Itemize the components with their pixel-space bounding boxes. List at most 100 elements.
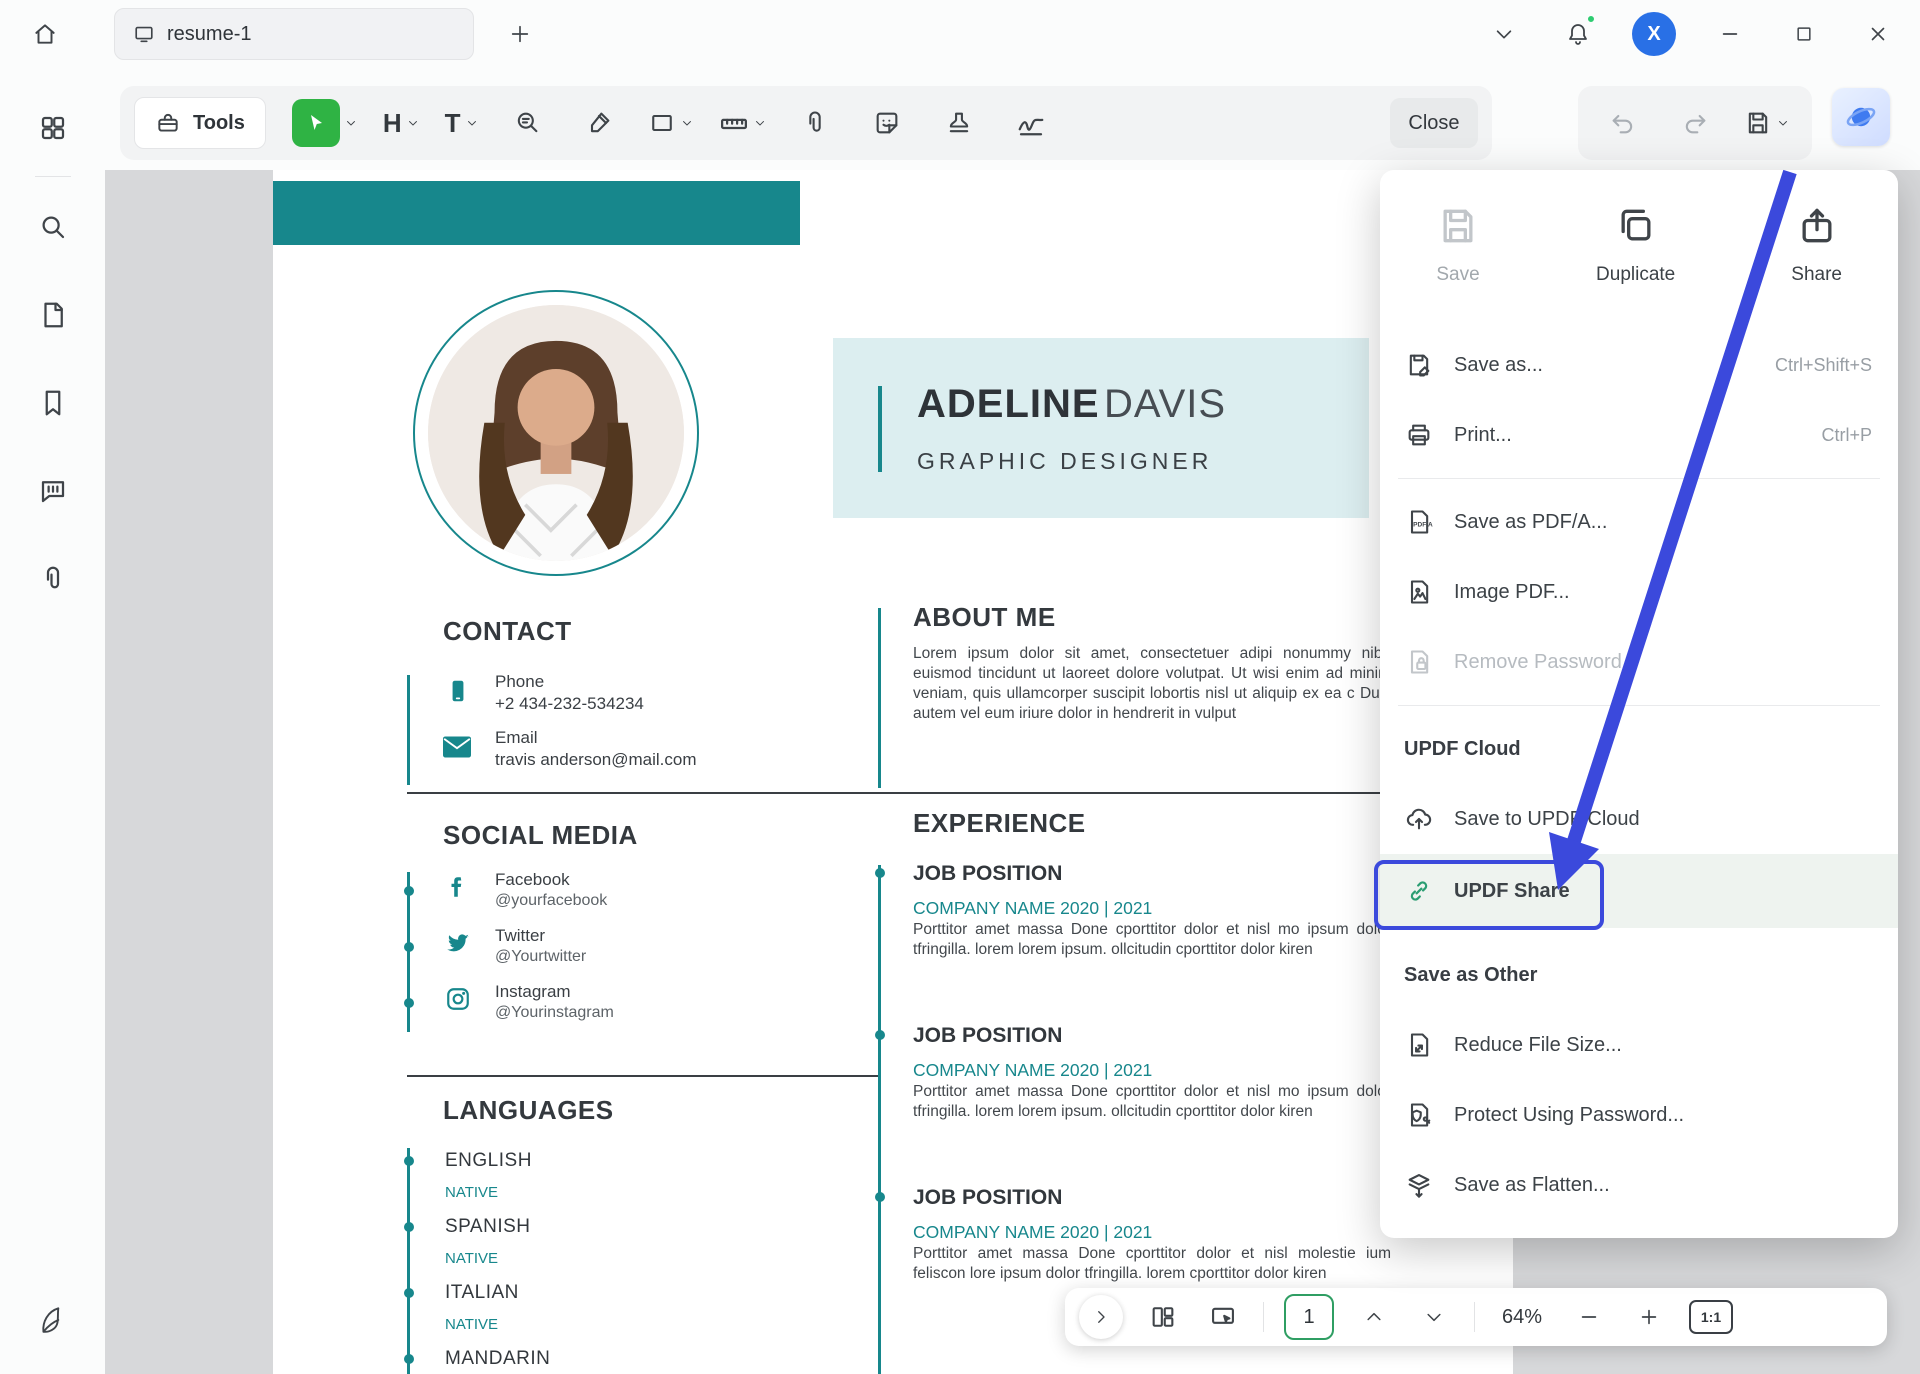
reduce-file-size-icon [1404, 1030, 1434, 1060]
bullet-dot [404, 886, 414, 896]
menu-item-image-pdf[interactable]: Image PDF... [1380, 557, 1898, 627]
new-tab-button[interactable] [500, 14, 540, 54]
cloud-upload-icon [1404, 804, 1434, 834]
instagram-icon [445, 986, 471, 1012]
updf-logo-icon [36, 1303, 70, 1337]
language-name: SPANISH [445, 1216, 531, 1238]
zoom-out-button[interactable] [1569, 1297, 1609, 1337]
quick-action-label: Save [1436, 264, 1479, 286]
home-button[interactable] [22, 11, 68, 57]
attach-tool[interactable] [792, 100, 838, 146]
sidebar-item-attachments[interactable] [27, 553, 79, 605]
chevron-down-icon [407, 117, 419, 129]
svg-text:PDF/A: PDF/A [1413, 522, 1433, 529]
contact-heading: CONTACT [443, 616, 572, 647]
tab-title: resume-1 [167, 23, 251, 46]
menu-item-print[interactable]: Print... Ctrl+P [1380, 400, 1898, 470]
paperclip-icon [38, 564, 68, 594]
account-avatar[interactable]: X [1632, 12, 1676, 56]
share-highlight-box [1374, 860, 1604, 930]
sidebar-item-panels[interactable] [27, 102, 79, 154]
apps-grid-icon [38, 113, 68, 143]
tools-button[interactable]: Tools [134, 97, 266, 149]
save-menu-button[interactable] [1744, 109, 1789, 137]
sidebar-logo-button[interactable] [27, 1294, 79, 1346]
zoom-level[interactable]: 64% [1495, 1306, 1549, 1329]
menu-item-label: Protect Using Password... [1454, 1104, 1872, 1127]
edit-text-tool[interactable]: H [383, 108, 419, 139]
heading-tool-icon: H [383, 108, 402, 139]
page-icon [38, 300, 68, 330]
menu-item-label: Image PDF... [1454, 581, 1872, 604]
notifications-button[interactable] [1558, 14, 1598, 54]
menu-item-reduce-file-size[interactable]: Reduce File Size... [1380, 1010, 1898, 1080]
language-name: ITALIAN [445, 1282, 519, 1304]
previous-page-button[interactable] [1354, 1297, 1394, 1337]
section-divider [407, 1075, 880, 1077]
sidebar-item-comments[interactable] [27, 465, 79, 517]
phone-value: +2 434-232-534234 [495, 694, 644, 714]
languages-line [407, 1148, 410, 1374]
sidebar-item-search[interactable] [27, 201, 79, 253]
chevron-down-icon [1777, 117, 1789, 129]
job-desc: Porttitor amet massa Done cporttitor dol… [913, 1244, 1391, 1284]
quick-action-save[interactable]: Save [1436, 204, 1480, 286]
experience-heading: EXPERIENCE [913, 808, 1086, 839]
minimize-button[interactable] [1710, 14, 1750, 54]
measure-tool[interactable] [719, 108, 766, 138]
close-window-button[interactable] [1858, 14, 1898, 54]
undo-button[interactable] [1600, 100, 1646, 146]
menu-item-save-as-flatten[interactable]: Save as Flatten... [1380, 1150, 1898, 1220]
sidebar-divider [35, 176, 71, 177]
statusbar-divider [1263, 1302, 1264, 1332]
sticker-tool[interactable] [864, 100, 910, 146]
maximize-icon [1794, 24, 1814, 44]
document-tab[interactable]: resume-1 [114, 8, 474, 60]
pdf-page[interactable]: ADELINE DAVIS GRAPHIC DESIGNER CONTACT P… [273, 170, 1513, 1374]
menu-item-label: Save as PDF/A... [1454, 511, 1872, 534]
select-tool[interactable] [292, 99, 357, 147]
square-icon [648, 109, 676, 137]
sidebar-item-thumbnails[interactable] [27, 289, 79, 341]
text-tool-icon: T [445, 108, 461, 139]
menu-item-save-to-updf-cloud[interactable]: Save to UPDF Cloud [1380, 784, 1898, 854]
menu-item-protect-using-password[interactable]: Protect Using Password... [1380, 1080, 1898, 1150]
text-tool[interactable]: T [445, 108, 478, 139]
maximize-button[interactable] [1784, 14, 1824, 54]
redo-button[interactable] [1672, 100, 1718, 146]
social-network: Twitter [495, 926, 545, 946]
search-icon [38, 212, 68, 242]
zoom-in-button[interactable] [1629, 1297, 1669, 1337]
close-icon [1867, 23, 1889, 45]
sidebar-item-bookmarks[interactable] [27, 377, 79, 429]
page-thumbnails-button[interactable] [1143, 1297, 1183, 1337]
bullet-dot [404, 1354, 414, 1364]
page-number-input[interactable] [1284, 1294, 1334, 1340]
languages-heading: LANGUAGES [443, 1095, 614, 1126]
highlighter-tool[interactable] [576, 100, 622, 146]
close-edit-button[interactable]: Close [1390, 98, 1478, 148]
expand-statusbar-button[interactable] [1079, 1295, 1123, 1339]
bullet-dot [875, 1030, 885, 1040]
shape-tool[interactable] [648, 109, 693, 137]
menu-item-save-as-pdfa[interactable]: PDF/A Save as PDF/A... [1380, 487, 1898, 557]
menu-item-remove-password[interactable]: Remove Password [1380, 627, 1898, 697]
signature-tool[interactable] [1008, 100, 1054, 146]
quick-action-share[interactable]: Share [1791, 204, 1842, 286]
collapse-toolbar-button[interactable] [1484, 14, 1524, 54]
menu-item-label: Save to UPDF Cloud [1454, 808, 1872, 831]
stamp-tool[interactable] [936, 100, 982, 146]
column-divider-line [878, 608, 881, 788]
job-desc: Porttitor amet massa Done cporttitor dol… [913, 1082, 1391, 1122]
print-icon [1404, 420, 1434, 450]
updf-ai-button[interactable] [1832, 88, 1890, 146]
search-text-tool[interactable] [504, 100, 550, 146]
bullet-dot [404, 1156, 414, 1166]
social-network: Instagram [495, 982, 571, 1002]
menu-item-save-as[interactable]: Save as... Ctrl+Shift+S [1380, 330, 1898, 400]
actual-size-button[interactable]: 1:1 [1689, 1300, 1733, 1334]
quick-action-duplicate[interactable]: Duplicate [1596, 204, 1675, 286]
next-page-button[interactable] [1414, 1297, 1454, 1337]
presentation-mode-button[interactable] [1203, 1297, 1243, 1337]
menu-item-label: Reduce File Size... [1454, 1034, 1872, 1057]
